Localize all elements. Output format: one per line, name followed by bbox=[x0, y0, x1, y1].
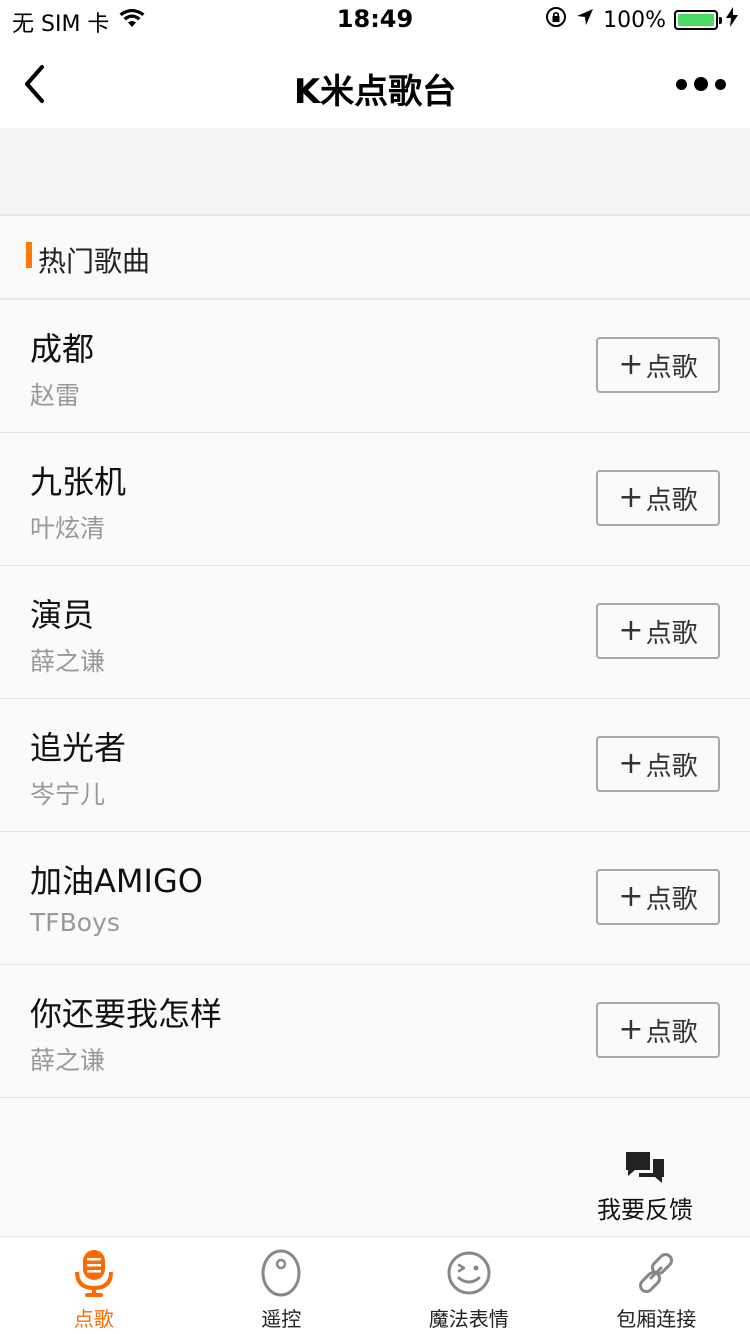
hot-songs-header: 热门歌曲 bbox=[0, 216, 750, 300]
more-button[interactable] bbox=[676, 70, 726, 98]
rotation-lock-icon bbox=[545, 6, 567, 34]
request-song-button[interactable]: + 点歌 bbox=[596, 337, 720, 393]
nav-bar: K米点歌台 bbox=[0, 40, 750, 128]
request-song-label: 点歌 bbox=[645, 1017, 698, 1048]
feedback-label: 我要反馈 bbox=[597, 1196, 693, 1224]
location-icon bbox=[575, 7, 595, 33]
plus-icon: + bbox=[618, 480, 644, 515]
song-title: 演员 bbox=[30, 596, 95, 634]
song-artist: 薛之谦 bbox=[30, 647, 106, 676]
status-bar: 无 SIM 卡 18:49 100% bbox=[0, 0, 750, 40]
more-dot-center bbox=[694, 77, 708, 91]
song-artist: TFBoys bbox=[30, 908, 120, 937]
song-list: 成都 赵雷 + 点歌 九张机 叶炫清 + 点歌 演员 薛之谦 + 点歌 追光者 … bbox=[0, 300, 750, 1098]
more-dots-icon bbox=[676, 78, 687, 90]
request-song-button[interactable]: + 点歌 bbox=[596, 869, 720, 925]
request-song-label: 点歌 bbox=[645, 884, 698, 915]
song-row: 九张机 叶炫清 + 点歌 bbox=[0, 433, 750, 566]
more-dot-right bbox=[715, 78, 726, 90]
plus-icon: + bbox=[618, 347, 644, 382]
request-song-label: 点歌 bbox=[645, 751, 698, 782]
battery-icon bbox=[674, 10, 722, 30]
tab-label: 包厢连接 bbox=[616, 1307, 697, 1331]
chat-bubbles-icon bbox=[626, 1152, 664, 1183]
tab-bar: 点歌 遥控 魔法表情 包厢连接 bbox=[0, 1236, 750, 1334]
tab-label: 遥控 bbox=[261, 1307, 302, 1331]
feedback-button[interactable]: 我要反馈 bbox=[580, 1150, 710, 1226]
charging-icon bbox=[726, 7, 738, 33]
remote-icon bbox=[257, 1247, 305, 1299]
smiley-icon bbox=[445, 1247, 493, 1299]
microphone-icon bbox=[70, 1247, 118, 1299]
plus-icon: + bbox=[618, 613, 644, 648]
request-song-label: 点歌 bbox=[645, 352, 698, 383]
request-song-label: 点歌 bbox=[645, 485, 698, 516]
request-song-button[interactable]: + 点歌 bbox=[596, 736, 720, 792]
plus-icon: + bbox=[618, 746, 644, 781]
link-icon bbox=[632, 1247, 680, 1299]
song-title: 加油AMIGO bbox=[30, 862, 203, 900]
tab-room-connect[interactable]: 包厢连接 bbox=[563, 1237, 750, 1334]
song-title: 追光者 bbox=[30, 729, 127, 767]
tab-remote[interactable]: 遥控 bbox=[188, 1237, 376, 1334]
song-title: 九张机 bbox=[30, 463, 127, 501]
tab-magic-emoji[interactable]: 魔法表情 bbox=[375, 1237, 563, 1334]
song-title: 成都 bbox=[30, 330, 95, 368]
request-song-label: 点歌 bbox=[645, 618, 698, 649]
song-row: 你还要我怎样 薛之谦 + 点歌 bbox=[0, 965, 750, 1098]
battery-percent: 100% bbox=[603, 7, 666, 33]
page-title: K米点歌台 bbox=[293, 72, 457, 112]
song-artist: 岑宁儿 bbox=[30, 780, 106, 809]
request-song-button[interactable]: + 点歌 bbox=[596, 1002, 720, 1058]
section-title: 热门歌曲 bbox=[38, 245, 151, 278]
tab-label: 魔法表情 bbox=[428, 1307, 509, 1331]
tab-request-song[interactable]: 点歌 bbox=[0, 1237, 188, 1334]
section-accent-bar bbox=[26, 242, 32, 268]
request-song-button[interactable]: + 点歌 bbox=[596, 470, 720, 526]
song-row: 成都 赵雷 + 点歌 bbox=[0, 300, 750, 433]
status-right: 100% bbox=[537, 6, 738, 34]
plus-icon: + bbox=[618, 879, 644, 914]
song-row: 加油AMIGO TFBoys + 点歌 bbox=[0, 832, 750, 965]
song-row: 追光者 岑宁儿 + 点歌 bbox=[0, 699, 750, 832]
song-title: 你还要我怎样 bbox=[30, 995, 223, 1033]
song-artist: 薛之谦 bbox=[30, 1046, 106, 1075]
song-artist: 叶炫清 bbox=[30, 514, 106, 543]
request-song-button[interactable]: + 点歌 bbox=[596, 603, 720, 659]
song-artist: 赵雷 bbox=[30, 381, 81, 410]
song-row: 演员 薛之谦 + 点歌 bbox=[0, 566, 750, 699]
plus-icon: + bbox=[618, 1012, 644, 1047]
scrolled-content-area bbox=[0, 128, 750, 216]
tab-label: 点歌 bbox=[73, 1307, 114, 1331]
